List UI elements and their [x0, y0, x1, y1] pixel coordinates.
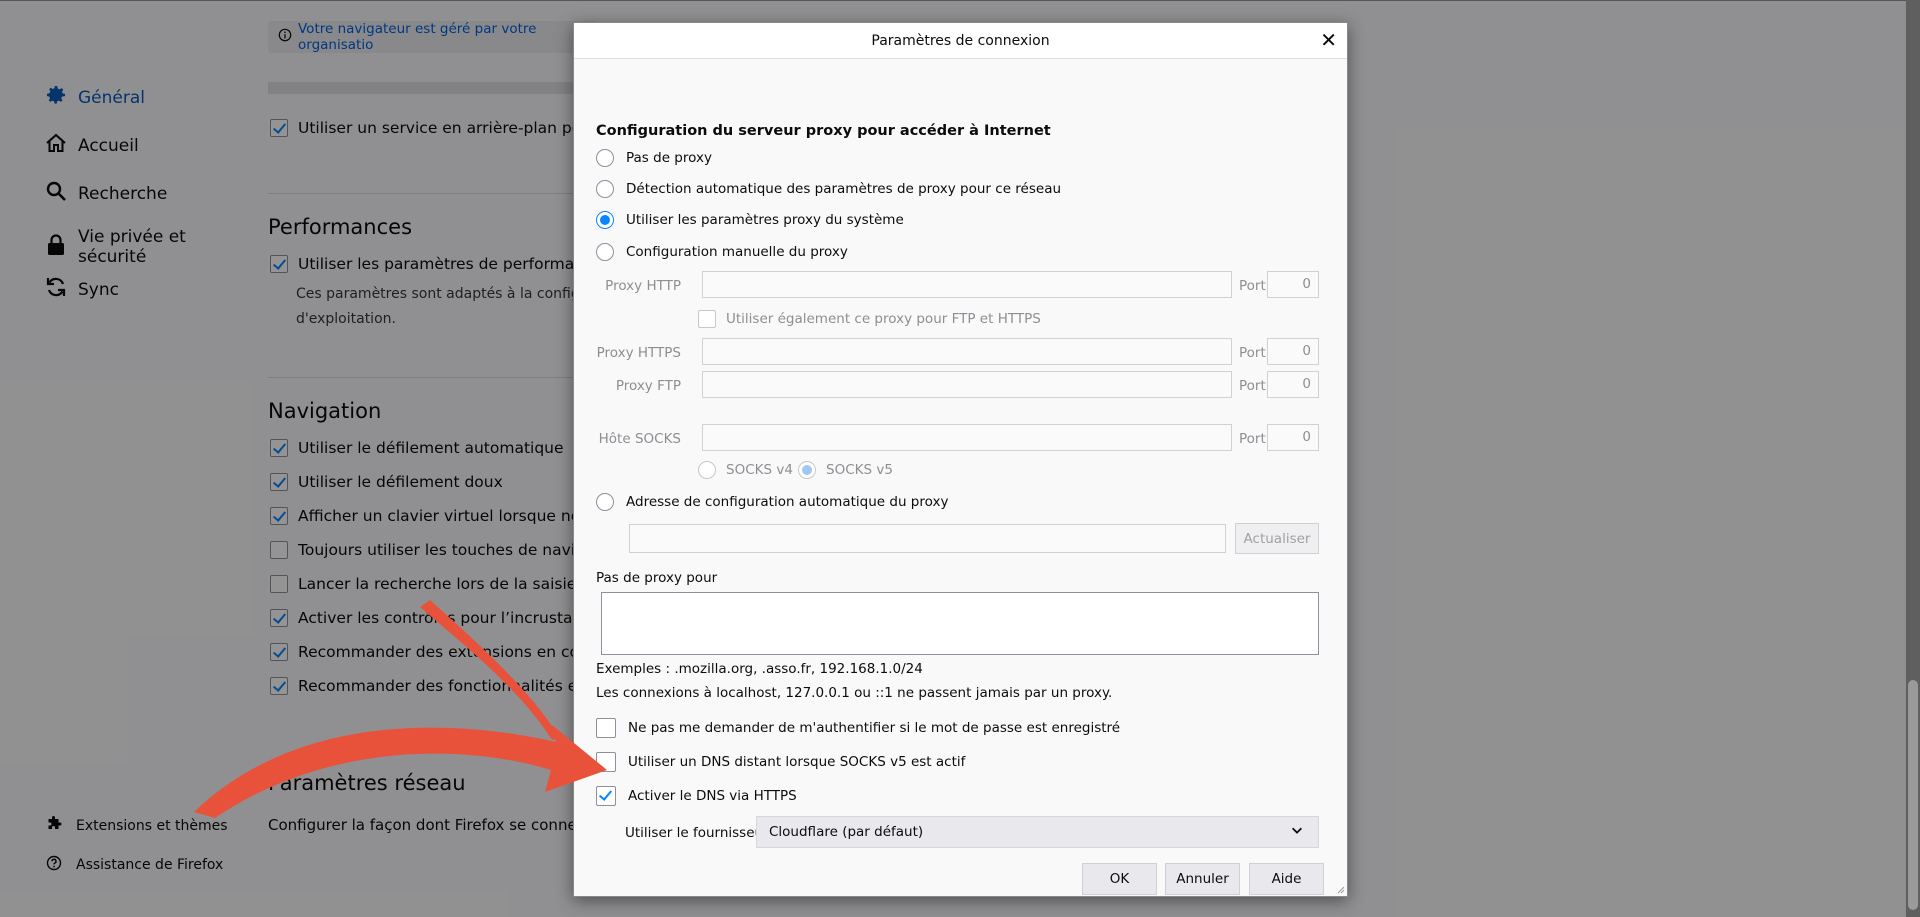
close-icon[interactable]: ✕ — [1320, 29, 1337, 51]
radio[interactable] — [596, 149, 614, 167]
checkbox[interactable] — [596, 786, 616, 806]
auto-config-url-radio[interactable]: Adresse de configuration automatique du … — [596, 493, 948, 511]
radio[interactable] — [596, 493, 614, 511]
connection-settings-dialog: Paramètres de connexion ✕ Configuration … — [573, 22, 1348, 897]
auto-detect-radio[interactable]: Détection automatique des paramètres de … — [596, 180, 1061, 198]
no-auth-prompt-checkbox[interactable]: Ne pas me demander de m'authentifier si … — [596, 718, 1120, 738]
no-proxy-for-label: Pas de proxy pour — [596, 570, 718, 586]
no-proxy-radio[interactable]: Pas de proxy — [596, 149, 712, 167]
help-button[interactable]: Aide — [1249, 863, 1324, 895]
socks-v4-radio[interactable]: SOCKS v4 — [698, 461, 793, 479]
system-proxy-radio[interactable]: Utiliser les paramètres proxy du système — [596, 211, 904, 229]
radio-label: Utiliser les paramètres proxy du système — [626, 212, 904, 228]
also-use-proxy-checkbox[interactable]: Utiliser également ce proxy pour FTP et … — [698, 310, 1041, 328]
socks-host-input[interactable] — [702, 424, 1232, 451]
checkbox-label: Utiliser un DNS distant lorsque SOCKS v5… — [628, 754, 966, 770]
radio[interactable] — [798, 461, 816, 479]
reload-button[interactable]: Actualiser — [1235, 523, 1319, 554]
port-label: Port — [1239, 278, 1266, 294]
resize-grip-icon[interactable] — [1335, 884, 1345, 894]
dialog-titlebar: Paramètres de connexion ✕ — [574, 23, 1347, 59]
checkbox[interactable] — [596, 718, 616, 738]
auto-config-url-input[interactable] — [629, 524, 1226, 553]
socks-port-input[interactable]: 0 — [1267, 424, 1319, 451]
http-proxy-label: Proxy HTTP — [605, 278, 681, 294]
radio-label: Pas de proxy — [626, 150, 712, 166]
ok-button[interactable]: OK — [1082, 863, 1157, 895]
ftp-port-input[interactable]: 0 — [1267, 371, 1319, 398]
socks-host-label: Hôte SOCKS — [598, 431, 681, 447]
radio[interactable] — [596, 180, 614, 198]
port-label: Port — [1239, 431, 1266, 447]
radio[interactable] — [596, 243, 614, 261]
https-port-input[interactable]: 0 — [1267, 338, 1319, 365]
provider-selected-value: Cloudflare (par défaut) — [769, 824, 924, 840]
dialog-title: Paramètres de connexion — [871, 32, 1050, 49]
radio-label: Configuration manuelle du proxy — [626, 244, 848, 260]
radio[interactable] — [596, 211, 614, 229]
checkbox-label: Utiliser également ce proxy pour FTP et … — [726, 311, 1041, 327]
cancel-button[interactable]: Annuler — [1165, 863, 1240, 895]
radio-label: Détection automatique des paramètres de … — [626, 181, 1062, 197]
https-proxy-input[interactable] — [702, 338, 1232, 365]
remote-dns-checkbox[interactable]: Utiliser un DNS distant lorsque SOCKS v5… — [596, 752, 965, 772]
port-label: Port — [1239, 345, 1266, 361]
dialog-content: Configuration du serveur proxy pour accé… — [574, 59, 1347, 896]
scrollbar-thumb[interactable] — [1908, 680, 1918, 910]
checkbox[interactable] — [698, 310, 716, 328]
port-label: Port — [1239, 378, 1266, 394]
window-top-border — [0, 0, 1920, 1]
no-proxy-for-textarea[interactable] — [601, 592, 1319, 655]
radio-label: SOCKS v4 — [726, 462, 793, 478]
ftp-proxy-label: Proxy FTP — [615, 378, 681, 394]
socks-v5-radio[interactable]: SOCKS v5 — [798, 461, 893, 479]
checkbox-label: Activer le DNS via HTTPS — [628, 788, 797, 804]
radio[interactable] — [698, 461, 716, 479]
dns-over-https-checkbox[interactable]: Activer le DNS via HTTPS — [596, 786, 797, 806]
proxy-section-title: Configuration du serveur proxy pour accé… — [596, 123, 1051, 139]
checkbox-label: Ne pas me demander de m'authentifier si … — [628, 720, 1121, 736]
radio-label: SOCKS v5 — [826, 462, 893, 478]
localhost-note: Les connexions à localhost, 127.0.0.1 ou… — [596, 685, 1113, 701]
http-proxy-input[interactable] — [702, 271, 1232, 298]
https-proxy-label: Proxy HTTPS — [596, 345, 681, 361]
chevron-down-icon — [1290, 823, 1304, 841]
examples-text: Exemples : .mozilla.org, .asso.fr, 192.1… — [596, 661, 923, 677]
checkbox[interactable] — [596, 752, 616, 772]
provider-select[interactable]: Cloudflare (par défaut) — [756, 816, 1319, 848]
page-scrollbar[interactable] — [1906, 0, 1920, 917]
http-port-input[interactable]: 0 — [1267, 271, 1319, 298]
manual-proxy-radio[interactable]: Configuration manuelle du proxy — [596, 243, 848, 261]
provider-label: Utiliser le fournisseur — [625, 825, 769, 841]
radio-label: Adresse de configuration automatique du … — [626, 494, 949, 510]
ftp-proxy-input[interactable] — [702, 371, 1232, 398]
